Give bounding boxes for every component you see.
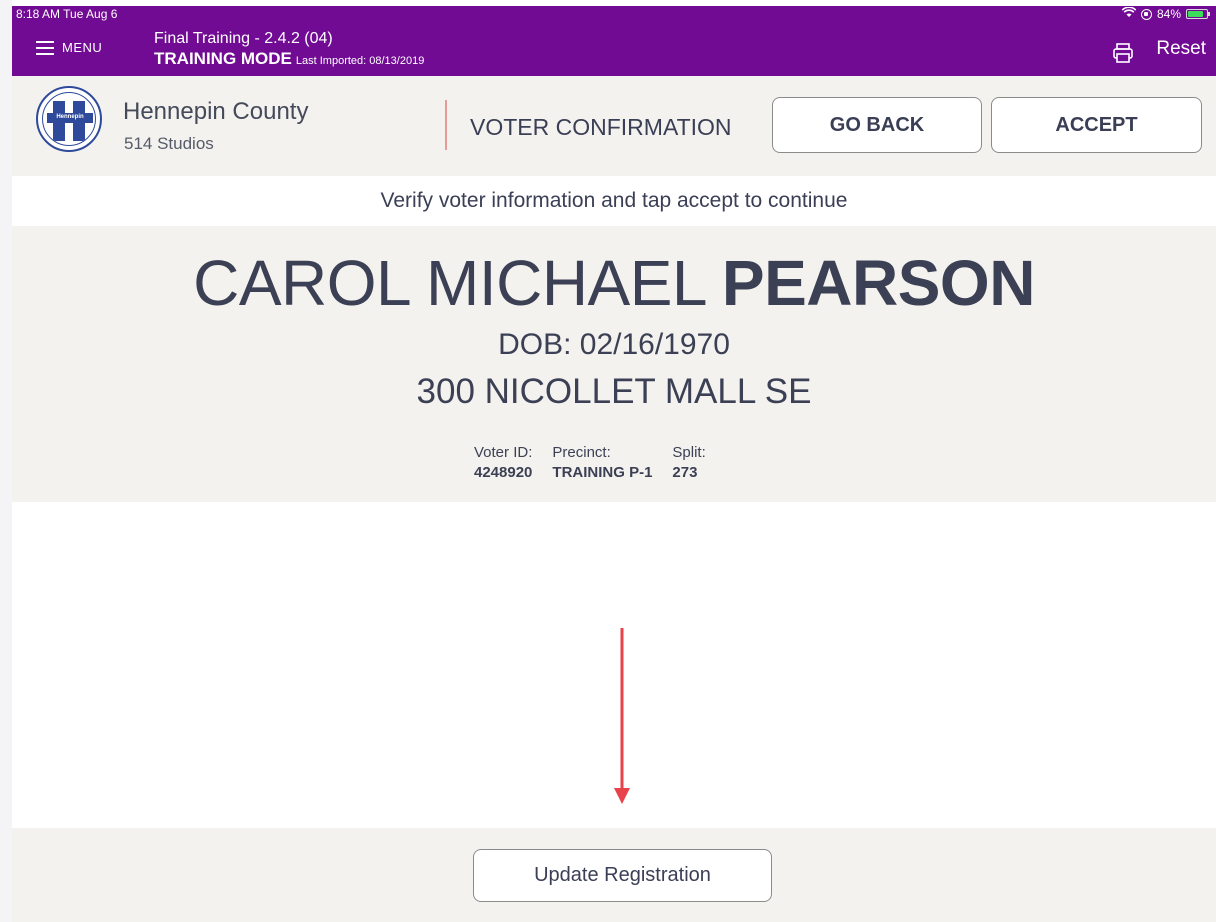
voter-id-column: Voter ID: 4248920	[474, 444, 532, 481]
voter-first-middle-name: CAROL MICHAEL	[193, 247, 705, 319]
voter-id-value: 4248920	[474, 464, 533, 481]
split-column: Split: 273	[672, 444, 705, 481]
voter-ids: Voter ID: 4248920 Precinct: TRAINING P-1…	[474, 444, 706, 481]
precinct-label: Precinct:	[552, 444, 611, 461]
battery-percent: 84%	[1156, 7, 1181, 21]
training-mode-label: TRAINING MODE	[154, 49, 292, 68]
county-logo: Hennepin	[36, 86, 102, 152]
battery-icon	[1186, 9, 1210, 19]
voter-id-label: Voter ID:	[474, 444, 533, 461]
voter-dob: DOB: 02/16/1970	[498, 328, 730, 361]
reset-button[interactable]: Reset	[1156, 38, 1206, 60]
precinct-value: TRAINING P-1	[552, 464, 653, 481]
header: Hennepin Hennepin County 514 Studios VOT…	[12, 76, 1216, 176]
precinct-column: Precinct: TRAINING P-1	[552, 444, 652, 481]
rotation-lock-icon	[1140, 8, 1152, 20]
voter-info-panel: CAROL MICHAEL PEARSON DOB: 02/16/1970 30…	[12, 226, 1216, 502]
split-value: 273	[672, 464, 698, 481]
menu-label: MENU	[62, 40, 103, 55]
top-bar: 8:18 AM Tue Aug 6 84% MENU Final Trainin…	[12, 6, 1216, 76]
voter-name: CAROL MICHAEL PEARSON	[12, 246, 1216, 320]
printer-icon[interactable]	[1112, 42, 1134, 64]
header-divider	[445, 100, 447, 150]
app-version-title: Final Training - 2.4.2 (04)	[154, 30, 333, 47]
app-title: Final Training - 2.4.2 (04) TRAINING MOD…	[154, 30, 424, 69]
accept-button[interactable]: ACCEPT	[991, 97, 1202, 153]
logo-text: Hennepin	[56, 114, 84, 120]
split-label: Split:	[672, 444, 706, 461]
wifi-icon	[1121, 6, 1137, 21]
hamburger-icon	[36, 40, 54, 55]
screen-edge	[0, 0, 12, 922]
org-subtitle: 514 Studios	[124, 134, 214, 153]
status-time: 8:18 AM Tue Aug 6	[16, 7, 118, 21]
go-back-button[interactable]: GO BACK	[772, 97, 982, 153]
instruction-text: Verify voter information and tap accept …	[12, 176, 1216, 226]
org-name: Hennepin County	[123, 98, 309, 125]
mode-line: TRAINING MODE Last Imported: 08/13/2019	[154, 49, 424, 69]
voter-address: 300 NICOLLET MALL SE	[416, 372, 812, 411]
update-registration-button[interactable]: Update Registration	[473, 849, 772, 902]
last-imported: Last Imported: 08/13/2019	[295, 55, 425, 67]
voter-last-name: PEARSON	[721, 247, 1036, 319]
menu-button[interactable]: MENU	[36, 40, 102, 55]
footer: Update Registration	[12, 828, 1216, 922]
app-window: 8:18 AM Tue Aug 6 84% MENU Final Trainin…	[12, 6, 1216, 922]
screen-title: VOTER CONFIRMATION	[470, 114, 732, 140]
status-indicators: 84%	[1121, 6, 1210, 21]
red-arrow-annotation	[614, 628, 630, 804]
